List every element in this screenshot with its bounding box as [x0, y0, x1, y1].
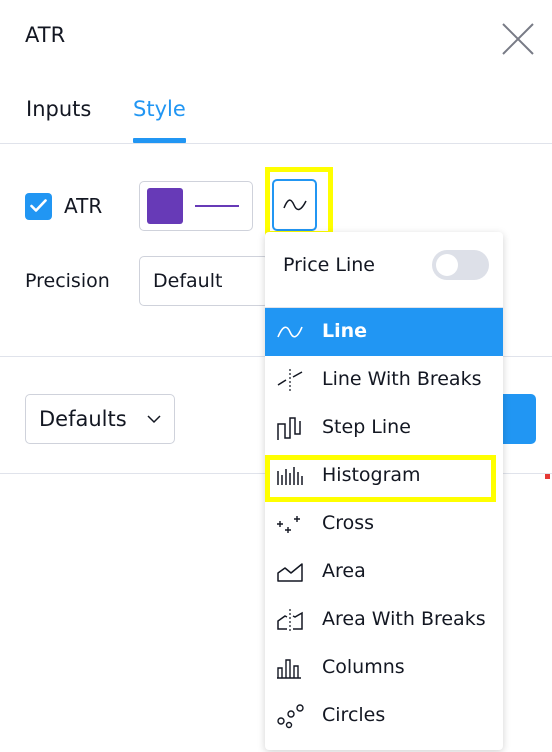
toggle-knob	[436, 254, 458, 276]
menu-item-step-line[interactable]: Step Line	[265, 404, 503, 452]
line-thickness-preview	[195, 205, 239, 207]
precision-label: Precision	[25, 270, 110, 292]
line-icon	[283, 199, 307, 211]
color-picker-button[interactable]	[139, 181, 253, 231]
area-with-breaks-icon	[277, 609, 303, 631]
menu-item-area-with-breaks[interactable]: Area With Breaks	[265, 596, 503, 644]
ok-button[interactable]	[500, 394, 536, 444]
plot-style-menu: Price Line Line Line With Breaks Step Li…	[265, 232, 503, 750]
close-icon[interactable]	[501, 22, 535, 56]
line-with-breaks-icon	[277, 369, 303, 391]
defaults-label: Defaults	[39, 407, 127, 431]
tab-bar: Inputs Style	[0, 86, 552, 144]
line-icon	[277, 326, 303, 338]
plot-style-button[interactable]	[272, 179, 317, 231]
plot-visibility-checkbox[interactable]	[25, 193, 52, 220]
tab-style[interactable]: Style	[133, 97, 186, 121]
menu-item-label: Step Line	[322, 416, 411, 438]
tab-inputs[interactable]: Inputs	[26, 97, 91, 121]
dialog-title: ATR	[25, 23, 66, 47]
menu-item-columns[interactable]: Columns	[265, 644, 503, 692]
menu-item-label: Line With Breaks	[322, 368, 482, 390]
precision-value: Default	[153, 270, 223, 292]
area-icon	[277, 563, 303, 582]
menu-item-cross[interactable]: Cross	[265, 500, 503, 548]
columns-icon	[277, 659, 301, 679]
menu-item-histogram[interactable]: Histogram	[265, 452, 503, 500]
color-swatch	[147, 188, 183, 224]
price-line-label: Price Line	[283, 254, 375, 276]
menu-item-label: Area	[322, 560, 366, 582]
precision-select[interactable]: Default	[139, 256, 269, 306]
active-tab-indicator	[133, 138, 186, 143]
circles-icon	[277, 704, 304, 729]
menu-item-label: Circles	[322, 704, 386, 726]
menu-item-label: Area With Breaks	[322, 608, 486, 630]
chevron-down-icon	[147, 415, 161, 424]
menu-item-label: Columns	[322, 656, 405, 678]
defaults-dropdown[interactable]: Defaults	[25, 394, 175, 444]
step-line-icon	[277, 417, 301, 440]
menu-item-label: Cross	[322, 512, 375, 534]
menu-item-label: Line	[322, 320, 368, 342]
background-marker	[545, 474, 550, 479]
price-line-toggle[interactable]	[432, 250, 489, 280]
menu-item-area[interactable]: Area	[265, 548, 503, 596]
menu-item-label: Histogram	[322, 464, 421, 486]
checkmark-icon	[30, 199, 47, 212]
cross-icon	[277, 516, 300, 533]
plot-label: ATR	[64, 194, 103, 218]
price-line-row[interactable]: Price Line	[265, 232, 503, 298]
menu-item-circles[interactable]: Circles	[265, 692, 503, 740]
menu-item-line[interactable]: Line	[265, 308, 503, 356]
menu-item-line-with-breaks[interactable]: Line With Breaks	[265, 356, 503, 404]
histogram-icon	[277, 467, 303, 485]
